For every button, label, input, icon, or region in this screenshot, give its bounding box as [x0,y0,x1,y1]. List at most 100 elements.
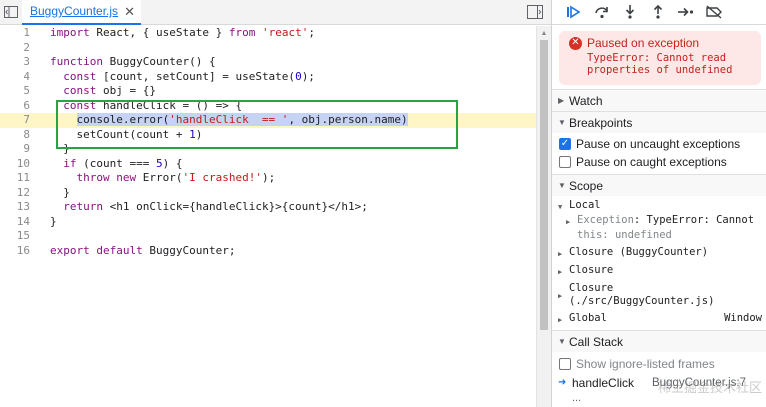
watch-section-header[interactable]: ▶ Watch [552,89,766,111]
code-line[interactable]: 13 return <h1 onClick={handleClick}>{cou… [0,200,536,215]
step-out-icon[interactable] [644,0,672,25]
pause-uncaught-row[interactable]: ✓ Pause on uncaught exceptions [552,135,766,153]
paused-header: ✕ Paused on exception [569,36,755,50]
editor-pane: BuggyCounter.js ✕ 1 import React, { useSt… [0,0,551,407]
closure2-label: Closure [569,264,614,276]
closure3-line2: (./src/BuggyCounter.js) [569,295,715,307]
pause-caught-row[interactable]: Pause on caught exceptions [552,153,766,171]
show-ignore-listed-label: Show ignore-listed frames [576,357,715,371]
toggle-debugger-sidebar-icon[interactable] [527,5,543,19]
code-text: console.error('handleClick == ', obj.per… [76,113,408,126]
code-text: } [50,185,70,199]
scroll-up-icon[interactable]: ▲ [537,26,551,40]
code-editor[interactable]: 1 import React, { useState } from 'react'… [0,26,536,407]
line-number[interactable]: 8 [0,128,36,143]
line-number[interactable]: 5 [0,84,36,99]
code-line[interactable]: 5 const obj = {} [0,84,536,99]
line-number[interactable]: 11 [0,171,36,186]
global-label: Global [569,312,607,324]
callstack-frame[interactable]: ➜ handleClick BuggyCounter.js:7 稀土掘金技术社区 [552,373,766,396]
code-text: const obj = {} [63,84,156,97]
scope-global[interactable]: ▶ Global Window [558,310,766,328]
line-number[interactable]: 13 [0,200,36,215]
scope-local[interactable]: ▼ Local [558,199,766,214]
show-ignore-listed-row[interactable]: Show ignore-listed frames [552,355,766,373]
local-label: Local [569,199,601,211]
callstack-fn: handleClick [572,375,635,390]
code-line[interactable]: 3 function BuggyCounter() { [0,55,536,70]
line-number[interactable]: 15 [0,229,36,244]
line-number[interactable]: 6 [0,99,36,114]
line-number[interactable]: 12 [0,186,36,201]
line-number[interactable]: 2 [0,41,36,56]
line-number[interactable]: 10 [0,157,36,172]
scope-closure-buggycounter[interactable]: ▶ Closure (BuggyCounter) [558,244,766,262]
paused-title: Paused on exception [587,36,700,50]
code-text: if (count === 5) { [63,156,183,170]
breakpoints-label: Breakpoints [569,115,633,130]
line-number[interactable]: 3 [0,55,36,70]
code-text: const handleClick = () => { [63,98,243,112]
step-over-icon[interactable] [588,0,616,25]
toggle-navigator-icon[interactable] [0,0,22,25]
code-text: } [50,214,57,228]
code-line-paused[interactable]: 7 console.error('handleClick == ', obj.p… [0,113,536,128]
close-tab-icon[interactable]: ✕ [124,5,135,18]
chevron-right-icon: ▶ [558,316,563,324]
show-ignore-listed-checkbox[interactable] [559,358,571,370]
line-number[interactable]: 16 [0,244,36,259]
debugger-toolbar [552,0,766,25]
code-text: setCount(count + 1) [50,127,203,141]
editor-tabbar: BuggyCounter.js ✕ [0,0,551,25]
line-number[interactable]: 4 [0,70,36,85]
tab-buggycounter[interactable]: BuggyCounter.js ✕ [22,0,141,25]
paused-detail: TypeError: Cannot read properties of und… [587,52,733,76]
code-line[interactable]: 15 [0,229,536,244]
editor-scrollbar[interactable]: ▲ [536,26,551,407]
callstack-section-header[interactable]: ▼ Call Stack [552,330,766,352]
resume-icon[interactable] [560,0,588,25]
scrollbar-thumb[interactable] [540,40,548,330]
paused-banner: ✕ Paused on exception TypeError: Cannot … [559,31,761,85]
code-line[interactable]: 9 } [0,142,536,157]
code-line[interactable]: 12 } [0,186,536,201]
scope-this[interactable]: this: undefined [558,229,766,244]
chevron-down-icon: ▼ [558,118,566,127]
code-line[interactable]: 6 const handleClick = () => { [0,99,536,114]
step-icon[interactable] [672,0,700,25]
code-line[interactable]: 16 export default BuggyCounter; [0,244,536,259]
pause-uncaught-checkbox[interactable]: ✓ [559,138,571,150]
code-line[interactable]: 14} [0,215,536,230]
pause-caught-checkbox[interactable] [559,156,571,168]
code-text: return <h1 onClick={handleClick}>{count}… [63,200,368,213]
scope-section-header[interactable]: ▼ Scope [552,174,766,196]
code-line[interactable]: 4 const [count, setCount] = useState(0); [0,70,536,85]
line-number[interactable]: 14 [0,215,36,230]
code-line[interactable]: 8 setCount(count + 1) [0,128,536,143]
callstack-label: Call Stack [569,334,624,349]
scope-closure-src[interactable]: ▶ Closure (./src/BuggyCounter.js) [558,280,766,310]
code-text: } [50,142,70,155]
step-into-icon[interactable] [616,0,644,25]
line-number[interactable]: 1 [0,26,36,41]
this-name: this [577,229,603,241]
watch-label: Watch [569,93,603,108]
chevron-right-icon: ▶ [558,292,563,300]
code-line[interactable]: 10 if (count === 5) { [0,157,536,172]
code-line[interactable]: 1 import React, { useState } from 'react'… [0,26,536,41]
code-text: import React, { useState } from 'react'; [50,26,315,39]
line-number[interactable]: 7 [0,113,36,128]
line-number[interactable]: 9 [0,142,36,157]
scope-exception[interactable]: ▶ Exception: TypeError: Cannot [558,214,766,229]
code-line[interactable]: 11 throw new Error('I crashed!'); [0,171,536,186]
tab-label: BuggyCounter.js [30,4,119,18]
chevron-right-icon: ▶ [566,218,571,226]
debugger-sidebar: ✕ Paused on exception TypeError: Cannot … [551,0,766,407]
breakpoints-section-header[interactable]: ▼ Breakpoints [552,111,766,133]
code-line[interactable]: 2 [0,41,536,56]
scope-closure[interactable]: ▶ Closure [558,262,766,280]
current-frame-arrow-icon: ➜ [558,377,567,388]
deactivate-breakpoints-icon[interactable] [700,0,728,25]
